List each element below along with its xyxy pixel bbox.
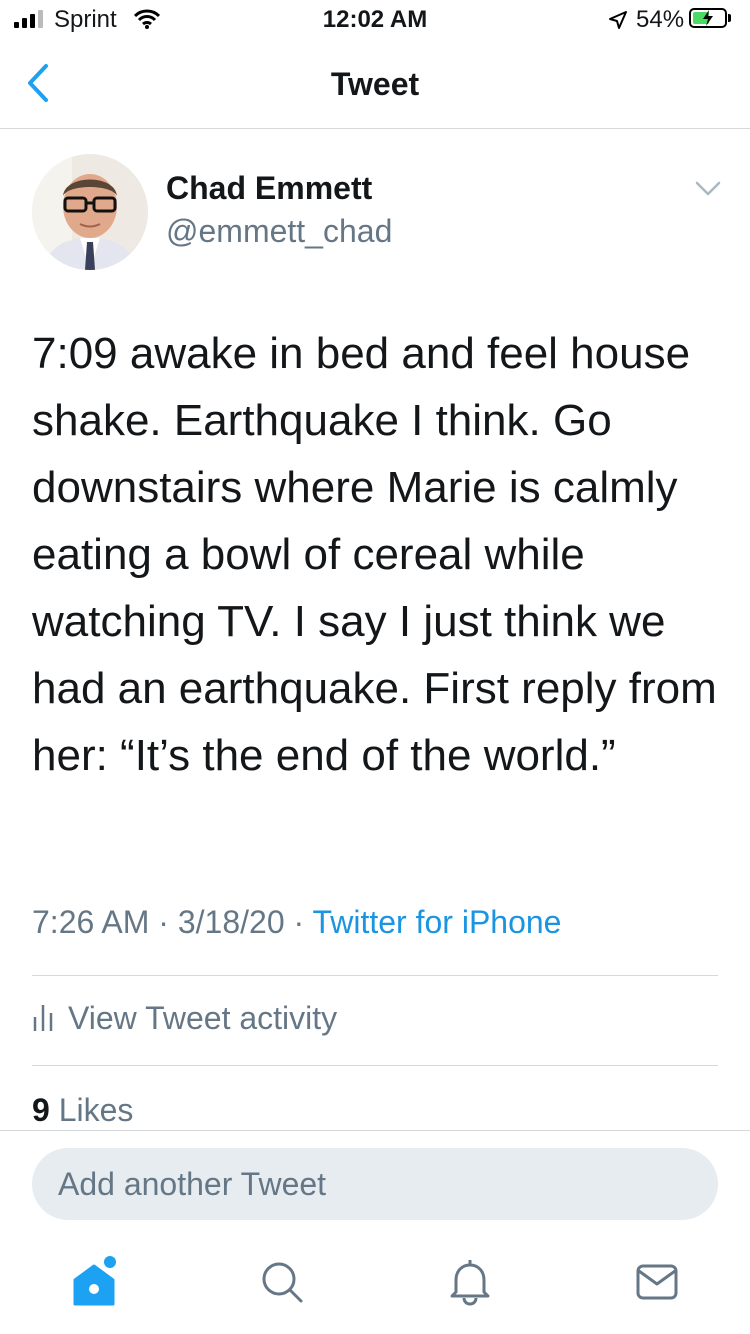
likes-label: Likes bbox=[58, 1092, 134, 1128]
avatar[interactable] bbox=[32, 154, 148, 270]
tweet-source-link[interactable]: Twitter for iPhone bbox=[312, 904, 561, 940]
notifications-icon[interactable] bbox=[448, 1258, 492, 1311]
chevron-down-icon[interactable] bbox=[694, 180, 722, 203]
navigation-bar: Tweet bbox=[0, 40, 750, 129]
tweet-time: 7:26 AM bbox=[32, 904, 150, 940]
author-handle[interactable]: @emmett_chad bbox=[166, 213, 392, 250]
tweet-meta: 7:26 AM · 3/18/20 · Twitter for iPhone bbox=[32, 904, 561, 941]
bar-chart-icon bbox=[32, 1001, 54, 1036]
add-another-tweet-input[interactable]: Add another Tweet bbox=[32, 1148, 718, 1220]
tab-bar bbox=[0, 1250, 750, 1330]
divider bbox=[32, 1065, 718, 1066]
battery-tip bbox=[728, 14, 731, 22]
author-display-name[interactable]: Chad Emmett bbox=[166, 170, 372, 207]
home-icon[interactable] bbox=[72, 1256, 120, 1313]
view-tweet-activity-label: View Tweet activity bbox=[68, 1000, 338, 1036]
status-bar: Sprint 12:02 AM 54% bbox=[0, 0, 750, 40]
meta-separator: · bbox=[284, 904, 313, 940]
page-title: Tweet bbox=[330, 66, 420, 102]
location-arrow-icon bbox=[608, 10, 628, 35]
meta-separator: · bbox=[149, 904, 178, 940]
search-icon[interactable] bbox=[260, 1260, 304, 1309]
battery-icon bbox=[689, 8, 727, 28]
likes-link[interactable]: 9 Likes bbox=[32, 1092, 133, 1129]
view-tweet-activity-button[interactable]: View Tweet activity bbox=[32, 1000, 337, 1037]
divider bbox=[0, 1130, 750, 1131]
tweet-date: 3/18/20 bbox=[177, 904, 285, 940]
tweet-text: 7:09 awake in bed and feel house shake. … bbox=[32, 329, 717, 780]
battery-percent: 54% bbox=[636, 6, 685, 33]
likes-count: 9 bbox=[32, 1092, 50, 1128]
messages-icon[interactable] bbox=[636, 1264, 678, 1305]
divider bbox=[32, 975, 718, 976]
